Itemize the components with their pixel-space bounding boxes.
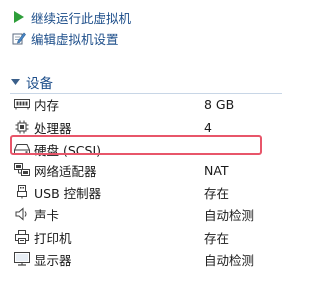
usb-controller-icon (14, 184, 30, 200)
device-value: 4 (204, 119, 212, 135)
device-value: 自动检测 (204, 207, 255, 223)
network-adapter-icon (14, 162, 30, 178)
vm-details-panel: 继续运行此虚拟机 编辑虚拟机设置 设备 内存 8 GB 处理器 4 硬盘 (SC… (0, 0, 292, 291)
power-on-action[interactable]: 继续运行此虚拟机 (12, 8, 131, 26)
device-value: 存在 (204, 185, 230, 201)
device-row-sound-card[interactable]: 声卡 自动检测 (14, 204, 276, 224)
device-value: 存在 (204, 230, 230, 246)
device-row-display[interactable]: 显示器 自动检测 (14, 249, 276, 269)
edit-settings-action[interactable]: 编辑虚拟机设置 (12, 29, 119, 47)
power-on-label: 继续运行此虚拟机 (31, 10, 132, 26)
device-name: 硬盘 (SCSI) (34, 142, 102, 158)
processor-icon (14, 119, 30, 135)
printer-icon (14, 229, 30, 245)
speaker-icon (14, 206, 30, 222)
device-row-memory[interactable]: 内存 8 GB (14, 94, 276, 114)
edit-settings-icon (12, 31, 26, 45)
device-row-usb-controller[interactable]: USB 控制器 存在 (14, 182, 276, 202)
edit-settings-label: 编辑虚拟机设置 (31, 31, 119, 47)
device-value: 自动检测 (204, 252, 255, 268)
play-icon (12, 10, 26, 24)
device-name: 内存 (34, 97, 60, 113)
device-name: 显示器 (34, 252, 72, 268)
device-row-processor[interactable]: 处理器 4 (14, 117, 276, 137)
device-value: 8 GB (204, 96, 235, 112)
device-name: 打印机 (34, 230, 72, 246)
device-value: NAT (204, 162, 229, 178)
device-name: 声卡 (34, 207, 60, 223)
devices-section-title: 设备 (26, 76, 53, 92)
memory-icon (14, 96, 30, 112)
device-name: USB 控制器 (34, 185, 102, 201)
device-row-network-adapter[interactable]: 网络适配器 NAT (14, 160, 276, 180)
device-row-printer[interactable]: 打印机 存在 (14, 227, 276, 247)
collapse-caret-icon (10, 77, 20, 87)
device-name: 处理器 (34, 120, 72, 136)
device-name: 网络适配器 (34, 163, 97, 179)
devices-section-header[interactable]: 设备 (10, 73, 53, 92)
hard-disk-icon (14, 141, 30, 157)
display-icon (14, 251, 30, 267)
device-row-hard-disk[interactable]: 硬盘 (SCSI) (14, 139, 276, 159)
